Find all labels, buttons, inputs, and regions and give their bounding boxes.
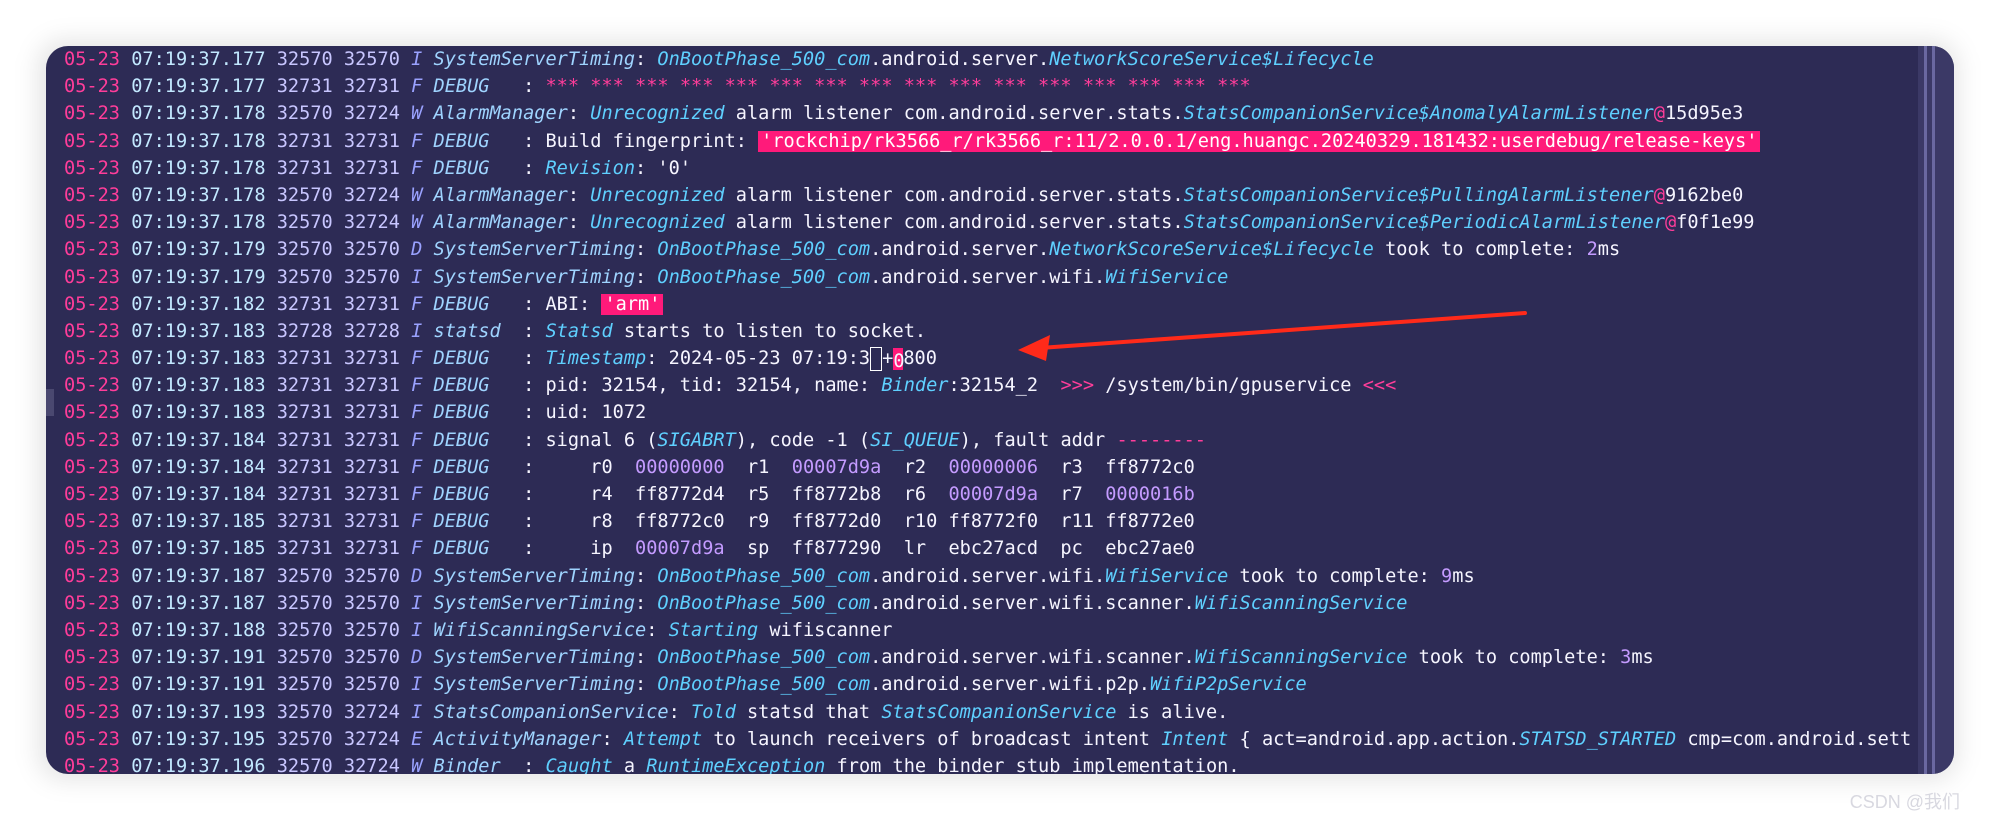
log-line: 05-23 07:19:37.183 32731 32731 F DEBUG :… [64,375,1397,397]
logcat-output[interactable]: 05-23 07:19:37.177 32570 32570 I SystemS… [46,46,1910,774]
log-line: 05-23 07:19:37.182 32731 32731 F DEBUG :… [64,291,1910,318]
log-line: 05-23 07:19:37.178 32570 32724 W AlarmMa… [64,212,1755,234]
log-line: 05-23 07:19:37.177 32731 32731 F DEBUG :… [64,76,1251,98]
log-line: 05-23 07:19:37.183 32731 32731 F DEBUG :… [64,402,647,424]
log-line: 05-23 07:19:37.179 32570 32570 D SystemS… [64,239,1621,261]
log-line: 05-23 07:19:37.187 32570 32570 I SystemS… [64,592,1408,614]
log-line: 05-23 07:19:37.178 32570 32724 W AlarmMa… [64,103,1744,125]
log-line: 05-23 07:19:37.178 32731 32731 F DEBUG :… [64,157,692,179]
log-line: 05-23 07:19:37.191 32570 32570 D SystemS… [64,647,1654,669]
log-line: 05-23 07:19:37.177 32570 32570 I SystemS… [64,49,1374,70]
log-line: 05-23 07:19:37.183 32731 32731 F DEBUG :… [64,346,937,372]
log-line: 05-23 07:19:37.178 32731 32731 F DEBUG :… [64,128,1910,155]
log-line: 05-23 07:19:37.184 32731 32731 F DEBUG :… [64,484,1195,505]
log-line: 05-23 07:19:37.185 32731 32731 F DEBUG :… [64,538,1195,560]
scrollbar[interactable] [1918,46,1954,774]
log-line: 05-23 07:19:37.179 32570 32570 I SystemS… [64,266,1229,288]
log-line: 05-23 07:19:37.187 32570 32570 D SystemS… [64,565,1475,587]
log-line: 05-23 07:19:37.178 32570 32724 W AlarmMa… [64,184,1744,206]
log-line: 05-23 07:19:37.191 32570 32570 I SystemS… [64,674,1307,696]
log-line: 05-23 07:19:37.188 32570 32570 I WifiSca… [64,619,893,641]
log-line: 05-23 07:19:37.183 32728 32728 I statsd … [64,320,927,342]
log-line: 05-23 07:19:37.185 32731 32731 F DEBUG :… [64,511,1195,533]
log-line: 05-23 07:19:37.196 32570 32724 W Binder … [64,755,1240,774]
terminal-window[interactable]: 05-23 07:19:37.177 32570 32570 I SystemS… [46,46,1954,774]
log-line: 05-23 07:19:37.184 32731 32731 F DEBUG :… [64,456,1195,478]
log-line: 05-23 07:19:37.193 32570 32724 I StatsCo… [64,701,1229,723]
log-line: 05-23 07:19:37.195 32570 32724 E Activit… [64,728,1910,750]
annotation-arrow-icon [1018,311,1527,361]
log-line: 05-23 07:19:37.184 32731 32731 F DEBUG :… [64,429,1206,451]
watermark: CSDN @我们 [1849,792,1960,812]
